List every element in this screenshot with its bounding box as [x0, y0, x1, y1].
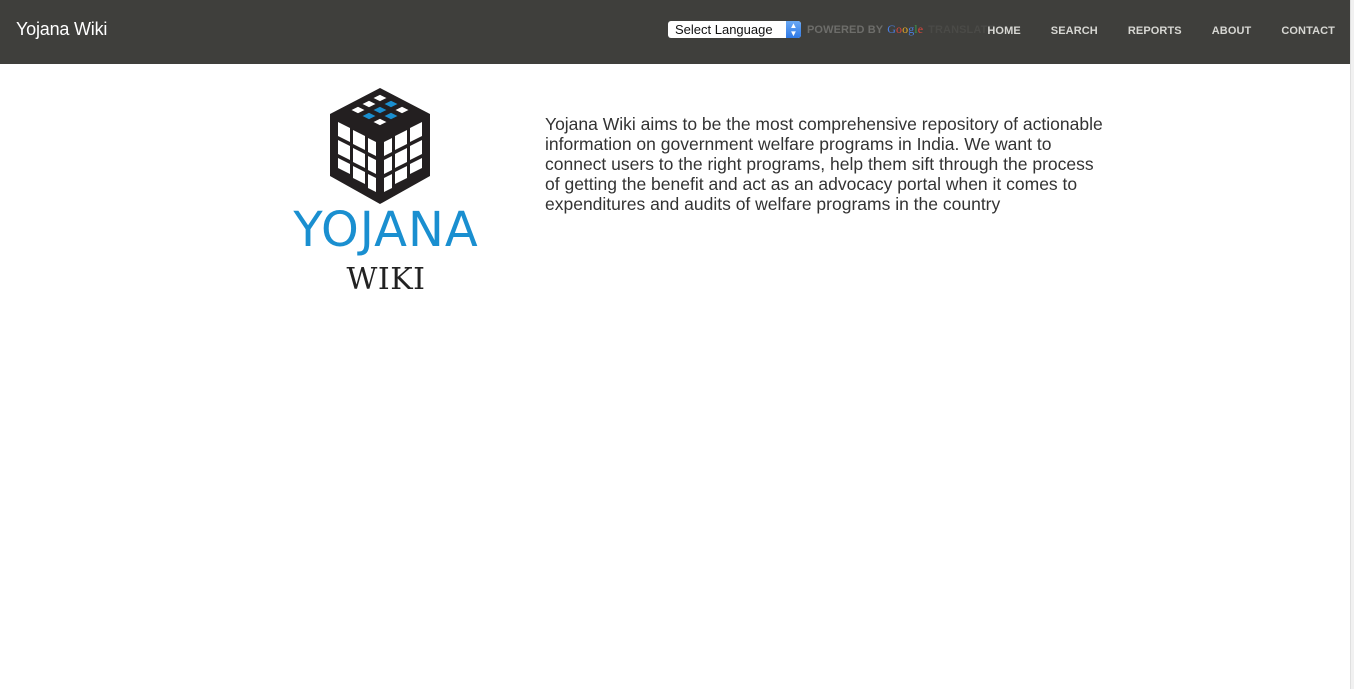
chevron-up-down-icon: ▲ ▼: [786, 21, 801, 38]
google-logo: Google: [887, 22, 924, 36]
nav-reports[interactable]: REPORTS: [1128, 25, 1182, 37]
language-select-value: Select Language: [675, 22, 773, 37]
brand-link[interactable]: Yojana Wiki: [16, 19, 107, 40]
google-translate-widget: Select Language ▲ ▼ POWERED BY Google TRA…: [668, 21, 995, 38]
nav-home[interactable]: HOME: [987, 25, 1020, 37]
nav-search[interactable]: SEARCH: [1051, 25, 1098, 37]
language-select[interactable]: Select Language ▲ ▼: [668, 21, 801, 38]
scrollbar[interactable]: [1350, 0, 1354, 689]
cube-logo-icon: [330, 88, 430, 204]
yojana-wiki-logo: YOJANA WIKI: [276, 88, 496, 300]
top-navbar: Yojana Wiki Select Language ▲ ▼ POWERED B…: [0, 0, 1351, 64]
intro-text: Yojana Wiki aims to be the most comprehe…: [545, 114, 1103, 214]
nav-contact[interactable]: CONTACT: [1281, 25, 1335, 37]
nav-about[interactable]: ABOUT: [1212, 25, 1252, 37]
main-nav: HOME SEARCH REPORTS ABOUT CONTACT: [957, 25, 1335, 37]
logo-title: YOJANA: [293, 202, 479, 258]
powered-by-label: POWERED BY: [807, 23, 884, 36]
logo-subtitle: WIKI: [346, 262, 426, 297]
